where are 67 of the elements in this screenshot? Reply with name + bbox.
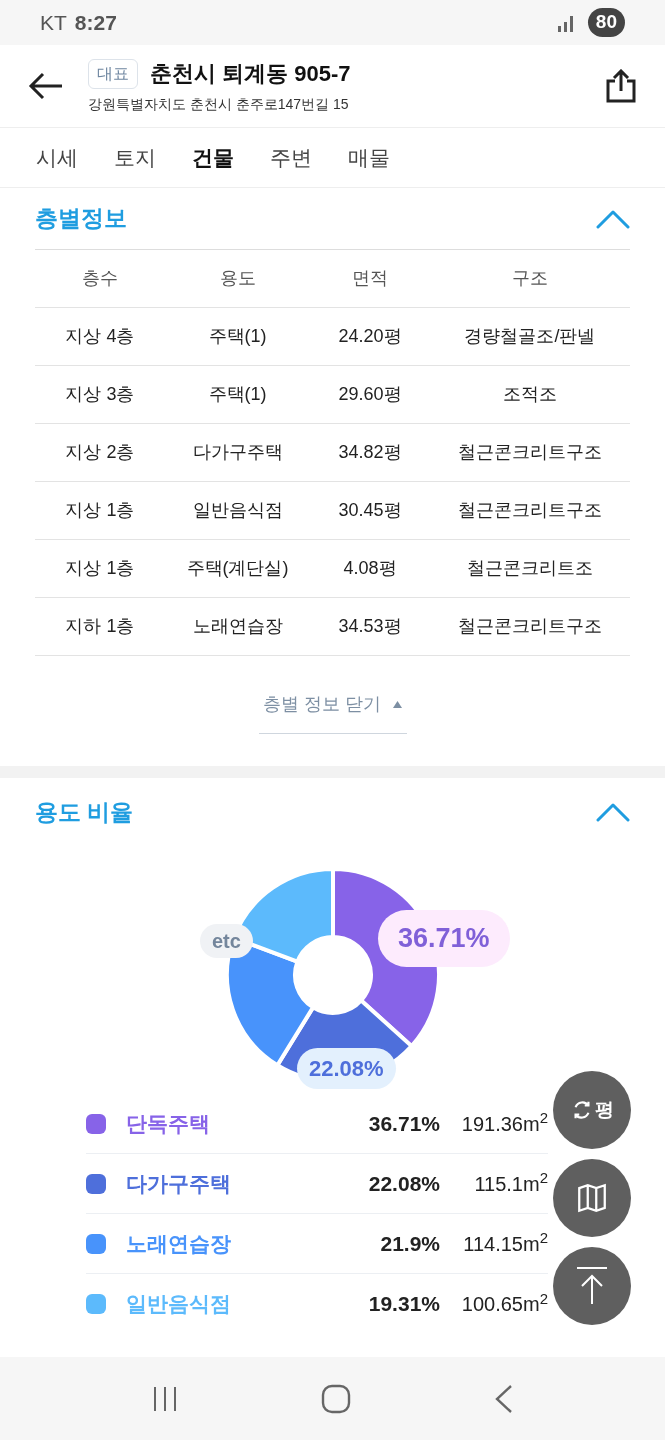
percent-text: 19.31% — [368, 1291, 440, 1318]
chevron-up-icon[interactable] — [596, 802, 630, 822]
table-cell-text: 4.08평 — [342, 557, 398, 580]
tab[interactable]: 매물 — [348, 141, 390, 174]
area-text: 115.1m$^{2}$ — [473, 1168, 548, 1197]
table-cell-text: 철근콘크리트구조 — [457, 499, 603, 522]
table-cell-text: 34.82평 — [337, 441, 403, 464]
slice-label: 36.71% — [378, 910, 510, 967]
share-icon[interactable] — [605, 69, 637, 103]
tab[interactable]: 건물 — [192, 141, 234, 174]
table-cell-text: 조적조 — [502, 383, 558, 406]
table-cell-text: 지하 1층 — [64, 615, 136, 638]
legend-label: 다가구주택 — [126, 1170, 231, 1197]
column-header: 용도 — [218, 267, 257, 290]
area-text: 100.65m$^{2}$ — [460, 1289, 548, 1317]
table-cell-text: 철근콘크리트구조 — [457, 615, 603, 638]
table-cell-text: 철근콘크리트조 — [466, 557, 594, 580]
signal-icon — [555, 13, 576, 32]
table-cell-text: 철근콘크리트구조 — [457, 441, 603, 464]
table-cell-text: 다가구주택 — [191, 441, 284, 464]
arrow-up-icon — [575, 1266, 609, 1306]
section-title: 용도 비율 — [35, 797, 134, 827]
representative-badge: 대표 — [88, 58, 138, 89]
battery-indicator: 80 — [587, 8, 625, 37]
slice-label: 22.08% — [297, 1048, 396, 1089]
table-cell-text: 지상 3층 — [64, 383, 136, 406]
tab[interactable]: 토지 — [114, 141, 156, 174]
table-cell-text: 지상 1층 — [64, 499, 136, 522]
legend-label: 단독주택 — [126, 1110, 210, 1137]
back-arrow-icon[interactable] — [28, 71, 64, 101]
page-title: 춘천시 퇴계동 905-7 — [150, 60, 351, 88]
map-icon — [575, 1181, 609, 1215]
slice-label: etc — [200, 924, 253, 958]
chevron-up-icon[interactable] — [596, 208, 630, 229]
back-icon[interactable] — [493, 1383, 514, 1414]
unit-toggle-button[interactable]: 평 — [553, 1071, 631, 1149]
table-cell-text: 노래연습장 — [191, 615, 284, 638]
section-title: 층별정보 — [35, 204, 127, 234]
home-icon[interactable] — [321, 1383, 352, 1414]
percent-text: 36.71% — [368, 1110, 440, 1137]
table-cell-text: 지상 4층 — [64, 325, 136, 348]
legend-label: 노래연습장 — [126, 1230, 231, 1257]
table-cell-text: 주택(계단실) — [185, 557, 290, 580]
table-cell-text: 29.60평 — [337, 383, 403, 406]
triangle-up-icon — [393, 701, 402, 708]
tab[interactable]: 주변 — [270, 141, 312, 174]
table-cell-text: 지상 2층 — [64, 441, 136, 464]
area-text: 191.36m$^{2}$ — [460, 1108, 548, 1137]
table-cell-text: 30.45평 — [337, 499, 403, 522]
column-header: 구조 — [511, 267, 549, 290]
percent-text: 21.9% — [380, 1230, 440, 1257]
tab[interactable]: 시세 — [36, 141, 78, 174]
table-cell-text: 24.20평 — [337, 325, 403, 348]
percent-text: 22.08% — [368, 1170, 440, 1197]
carrier-text: KT — [40, 9, 67, 36]
column-header: 층수 — [81, 267, 119, 290]
table-cell-text: 지상 1층 — [64, 557, 136, 580]
table-cell-text: 주택(1) — [207, 383, 268, 406]
table-cell-text: 주택(1) — [207, 325, 268, 348]
table-cell-text: 34.53평 — [337, 615, 403, 638]
table-cell-text: 경량철골조/판넬 — [463, 325, 597, 348]
column-header: 면적 — [351, 267, 389, 290]
area-text: 114.15m$^{2}$ — [462, 1228, 548, 1257]
table-cell-text: 일반음식점 — [191, 499, 284, 522]
address-text: 강원특별자치도 춘천시 춘주로147번길 15 — [88, 95, 350, 114]
clock-text: 8:27 — [74, 9, 117, 36]
legend-label: 일반음식점 — [126, 1291, 231, 1318]
